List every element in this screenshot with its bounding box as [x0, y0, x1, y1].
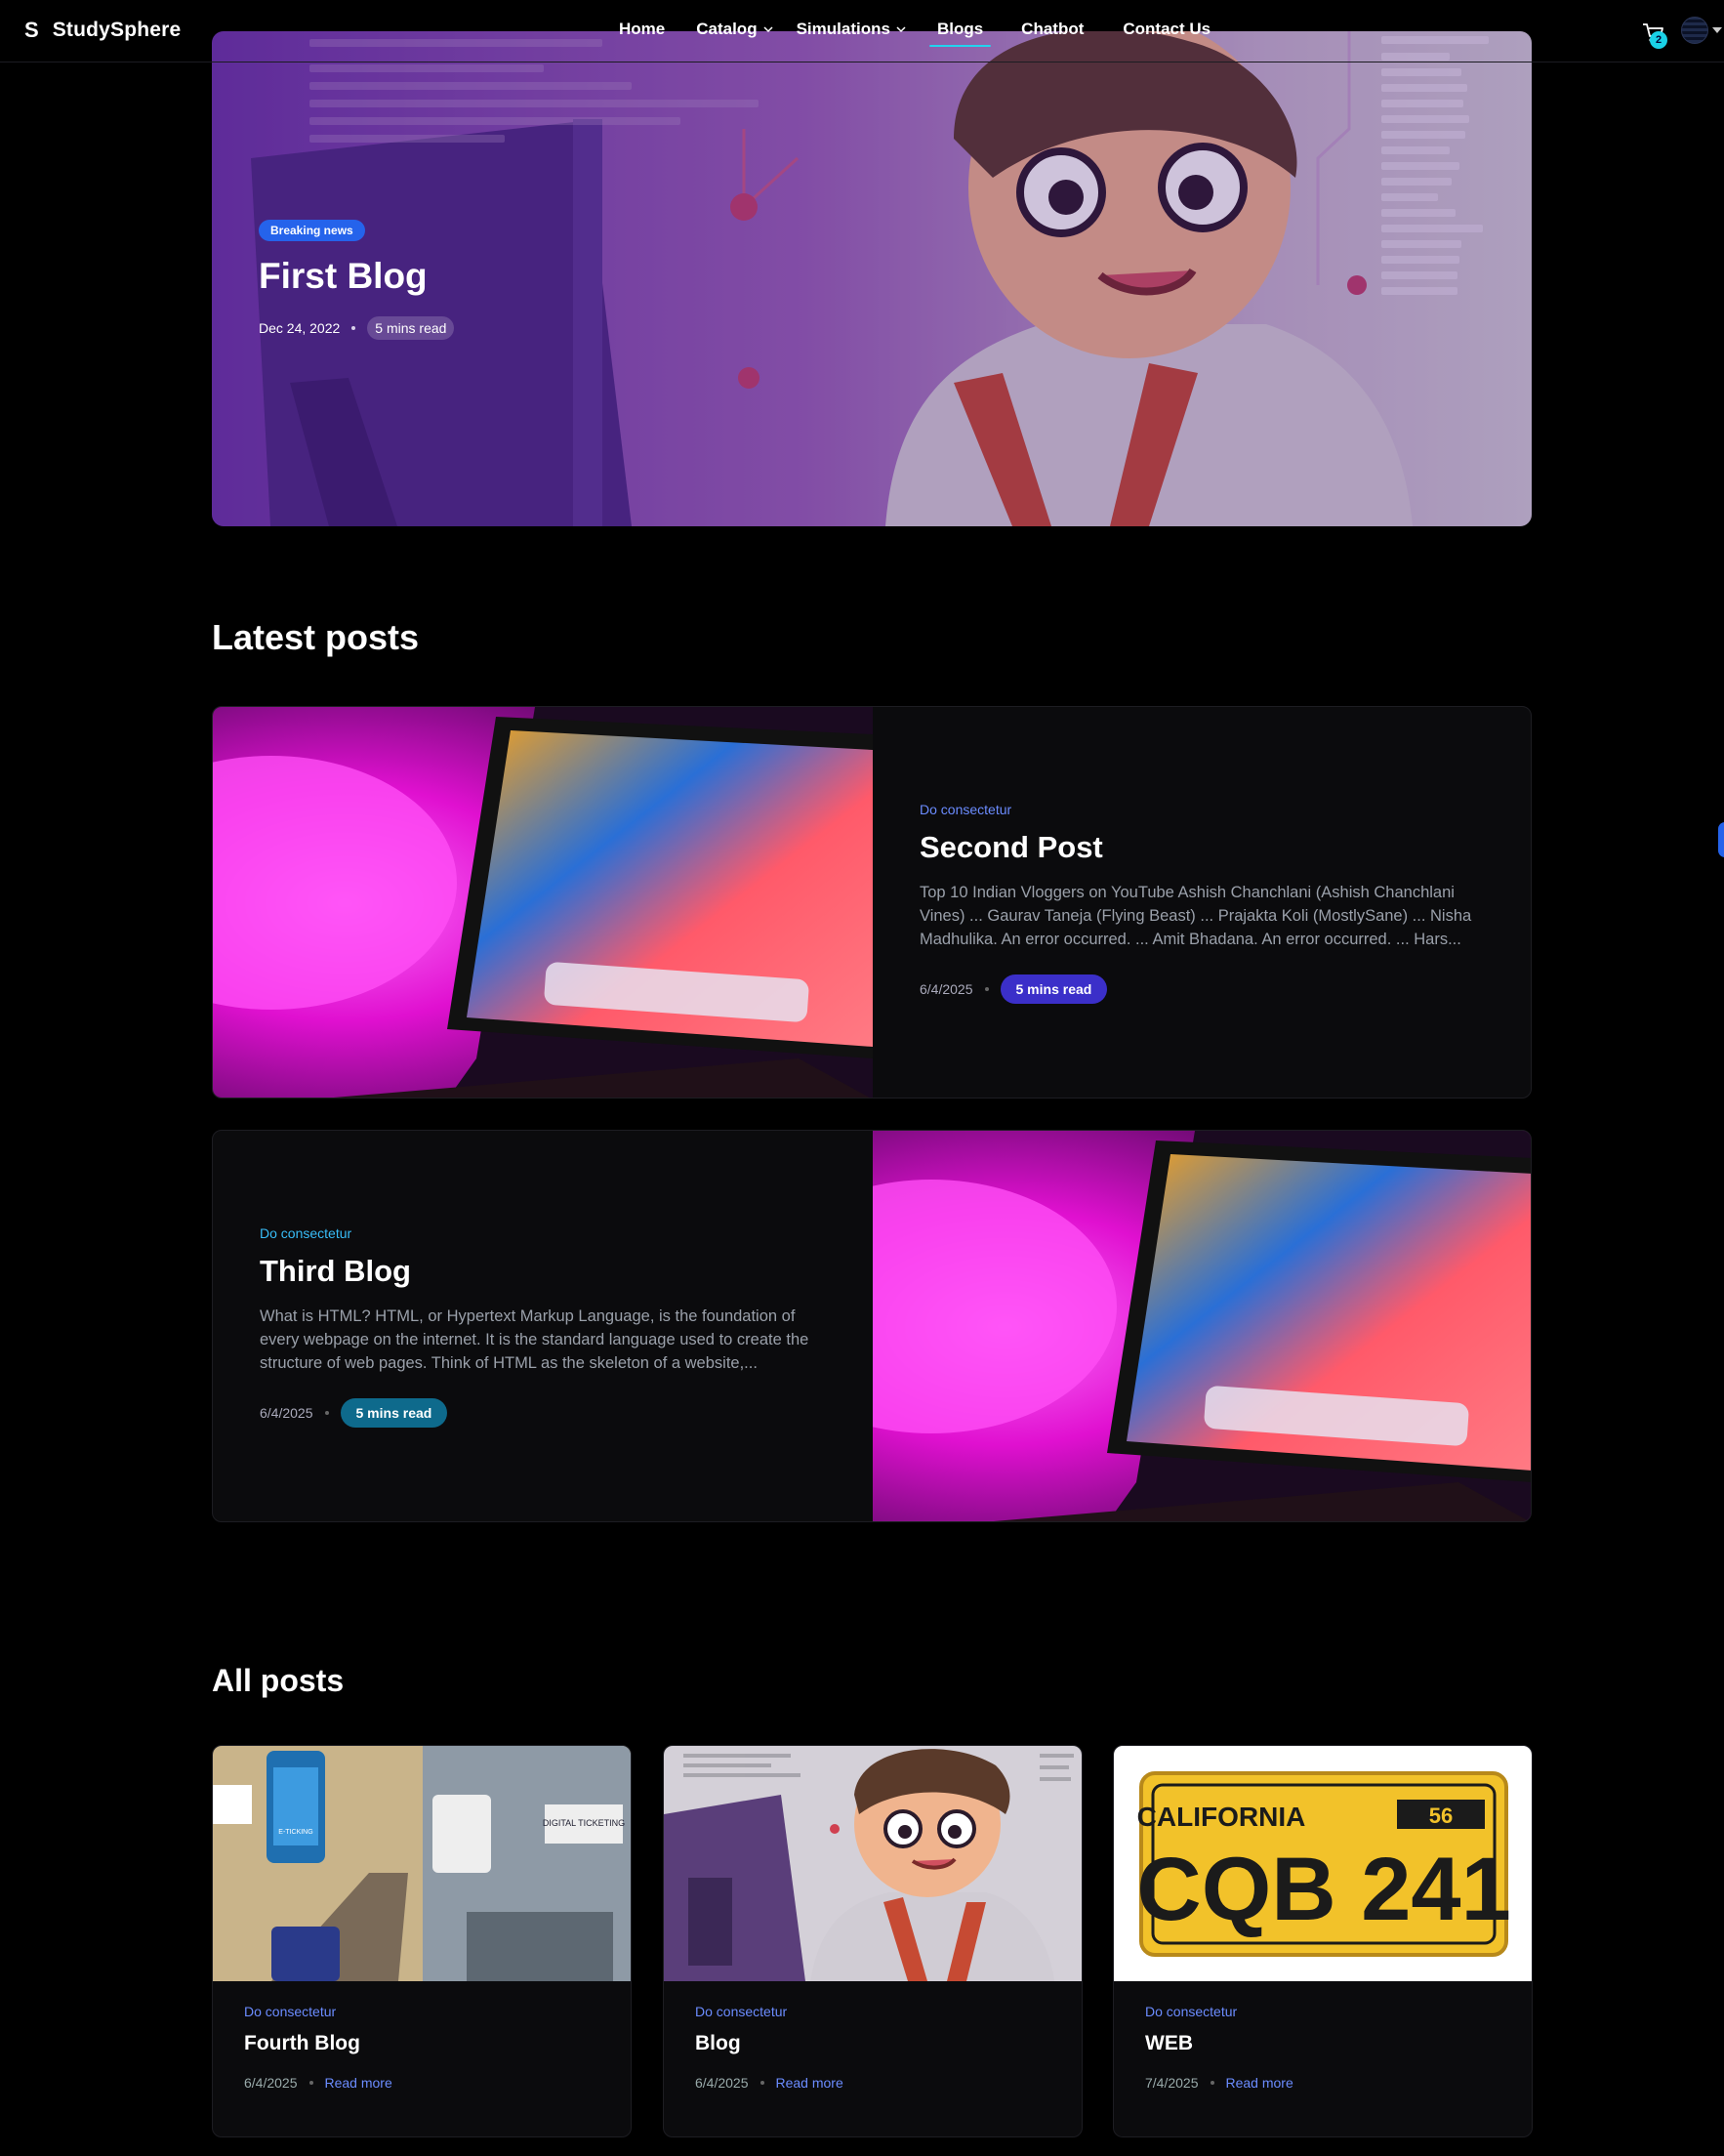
- nav-chatbot-label: Chatbot: [1021, 20, 1085, 38]
- tablet-desk-image: [213, 707, 873, 1098]
- nav-home[interactable]: Home: [619, 20, 665, 39]
- nav-simulations[interactable]: Simulations: [797, 20, 907, 39]
- featured-post-hero[interactable]: Breaking news First Blog Dec 24, 2022 5 …: [212, 31, 1532, 526]
- post-meta: 6/4/2025 5 mins read: [260, 1398, 448, 1428]
- breaking-news-badge: Breaking news: [259, 220, 365, 241]
- avatar-caret-icon[interactable]: [1712, 27, 1722, 33]
- post-meta: 7/4/2025 Read more: [1145, 2075, 1293, 2091]
- plate-number-text: CQB 241: [1136, 1840, 1511, 1939]
- meta-separator: [308, 2081, 313, 2085]
- all-posts-heading: All posts: [212, 1663, 345, 1698]
- post-date: 6/4/2025: [244, 2075, 298, 2091]
- hero-post-title[interactable]: First Blog: [259, 256, 428, 297]
- user-avatar[interactable]: [1681, 17, 1708, 44]
- post-card[interactable]: Do consectetur Blog 6/4/2025 Read more: [663, 1745, 1083, 2137]
- tablet-desk-image: [873, 1131, 1531, 1521]
- latest-post-card[interactable]: Do consectetur Third Blog What is HTML? …: [212, 1130, 1532, 1522]
- post-card[interactable]: CALIFORNIA 56 CQB 241 Do consectetur WEB…: [1113, 1745, 1533, 2137]
- post-title[interactable]: Blog: [695, 2032, 741, 2055]
- side-scroll-tab[interactable]: [1718, 822, 1724, 857]
- chevron-down-icon: [763, 26, 773, 33]
- post-meta: 6/4/2025 5 mins read: [920, 974, 1108, 1004]
- nav-contact-label: Contact Us: [1123, 20, 1211, 38]
- post-title[interactable]: Fourth Blog: [244, 2032, 360, 2055]
- post-category[interactable]: Do consectetur: [1145, 2004, 1237, 2019]
- post-title[interactable]: Third Blog: [260, 1254, 411, 1289]
- post-card-body: Do consectetur Fourth Blog 6/4/2025 Read…: [244, 1981, 615, 2136]
- cartoon-coder-image: [664, 1746, 1082, 1981]
- post-card[interactable]: E-TICKING DIGITAL TICKETING Do consectet…: [212, 1745, 632, 2137]
- meta-separator: [324, 1411, 329, 1415]
- chevron-down-icon: [896, 26, 906, 33]
- post-title[interactable]: Second Post: [920, 830, 1103, 865]
- hero-post-date: Dec 24, 2022: [259, 320, 341, 336]
- post-date: 7/4/2025: [1145, 2075, 1199, 2091]
- logo-mark: S: [24, 18, 39, 42]
- post-card-body: Do consectetur WEB 7/4/2025 Read more: [1145, 1981, 1516, 2136]
- post-category[interactable]: Do consectetur: [244, 2004, 336, 2019]
- read-time-pill: 5 mins read: [1000, 974, 1108, 1004]
- nav-contact-us[interactable]: Contact Us: [1123, 20, 1211, 39]
- post-excerpt: Top 10 Indian Vloggers on YouTube Ashish…: [920, 884, 1472, 948]
- post-category[interactable]: Do consectetur: [260, 1225, 351, 1241]
- latest-post-card[interactable]: Do consectetur Second Post Top 10 Indian…: [212, 706, 1532, 1099]
- nav-blogs-label: Blogs: [936, 20, 984, 38]
- hero-post-meta: Dec 24, 2022 5 mins read: [259, 316, 455, 340]
- nav-chatbot[interactable]: Chatbot: [1021, 20, 1084, 39]
- meta-separator: [984, 987, 989, 991]
- main-nav: Home Catalog Simulations Blogs Chatbot C…: [619, 20, 1211, 47]
- post-card-body: Do consectetur Blog 6/4/2025 Read more: [695, 1981, 1066, 2136]
- meta-separator: [1210, 2081, 1214, 2085]
- e-ticketing-image: E-TICKING DIGITAL TICKETING: [213, 1746, 631, 1981]
- nav-catalog-label: Catalog: [696, 20, 758, 38]
- post-date: 6/4/2025: [695, 2075, 749, 2091]
- license-plate-image: CALIFORNIA 56 CQB 241: [1114, 1746, 1532, 1981]
- nav-simulations-label: Simulations: [796, 20, 890, 38]
- read-more-link[interactable]: Read more: [325, 2075, 392, 2091]
- nav-home-label: Home: [619, 20, 666, 38]
- meta-separator: [351, 326, 356, 330]
- meta-separator: [759, 2081, 764, 2085]
- top-navbar: S StudySphere Home Catalog Simulations B…: [0, 0, 1724, 62]
- post-meta: 6/4/2025 Read more: [695, 2075, 843, 2091]
- hero-read-time: 5 mins read: [367, 316, 455, 340]
- post-date: 6/4/2025: [920, 981, 973, 997]
- e-ticking-label: E-TICKING: [278, 1829, 312, 1836]
- plate-state-text: CALIFORNIA: [1137, 1802, 1306, 1832]
- post-title[interactable]: WEB: [1145, 2032, 1193, 2055]
- post-body: Do consectetur Second Post Top 10 Indian…: [920, 707, 1505, 1098]
- latest-posts-heading: Latest posts: [212, 617, 420, 657]
- brand-name: StudySphere: [52, 19, 182, 41]
- nav-blogs[interactable]: Blogs: [928, 20, 992, 47]
- post-category[interactable]: Do consectetur: [920, 802, 1011, 817]
- digital-ticketing-label: DIGITAL TICKETING: [543, 1818, 625, 1828]
- post-body: Do consectetur Third Blog What is HTML? …: [260, 1131, 845, 1521]
- read-time-pill: 5 mins read: [340, 1398, 448, 1428]
- cart-count-badge: 2: [1650, 31, 1667, 49]
- read-more-link[interactable]: Read more: [776, 2075, 843, 2091]
- post-category[interactable]: Do consectetur: [695, 2004, 787, 2019]
- nav-catalog[interactable]: Catalog: [696, 20, 773, 39]
- plate-year-text: 56: [1429, 1804, 1453, 1828]
- post-date: 6/4/2025: [260, 1405, 313, 1421]
- brand-logo[interactable]: S StudySphere: [24, 18, 181, 43]
- post-meta: 6/4/2025 Read more: [244, 2075, 392, 2091]
- post-excerpt: What is HTML? HTML, or Hypertext Markup …: [260, 1307, 809, 1372]
- read-more-link[interactable]: Read more: [1226, 2075, 1293, 2091]
